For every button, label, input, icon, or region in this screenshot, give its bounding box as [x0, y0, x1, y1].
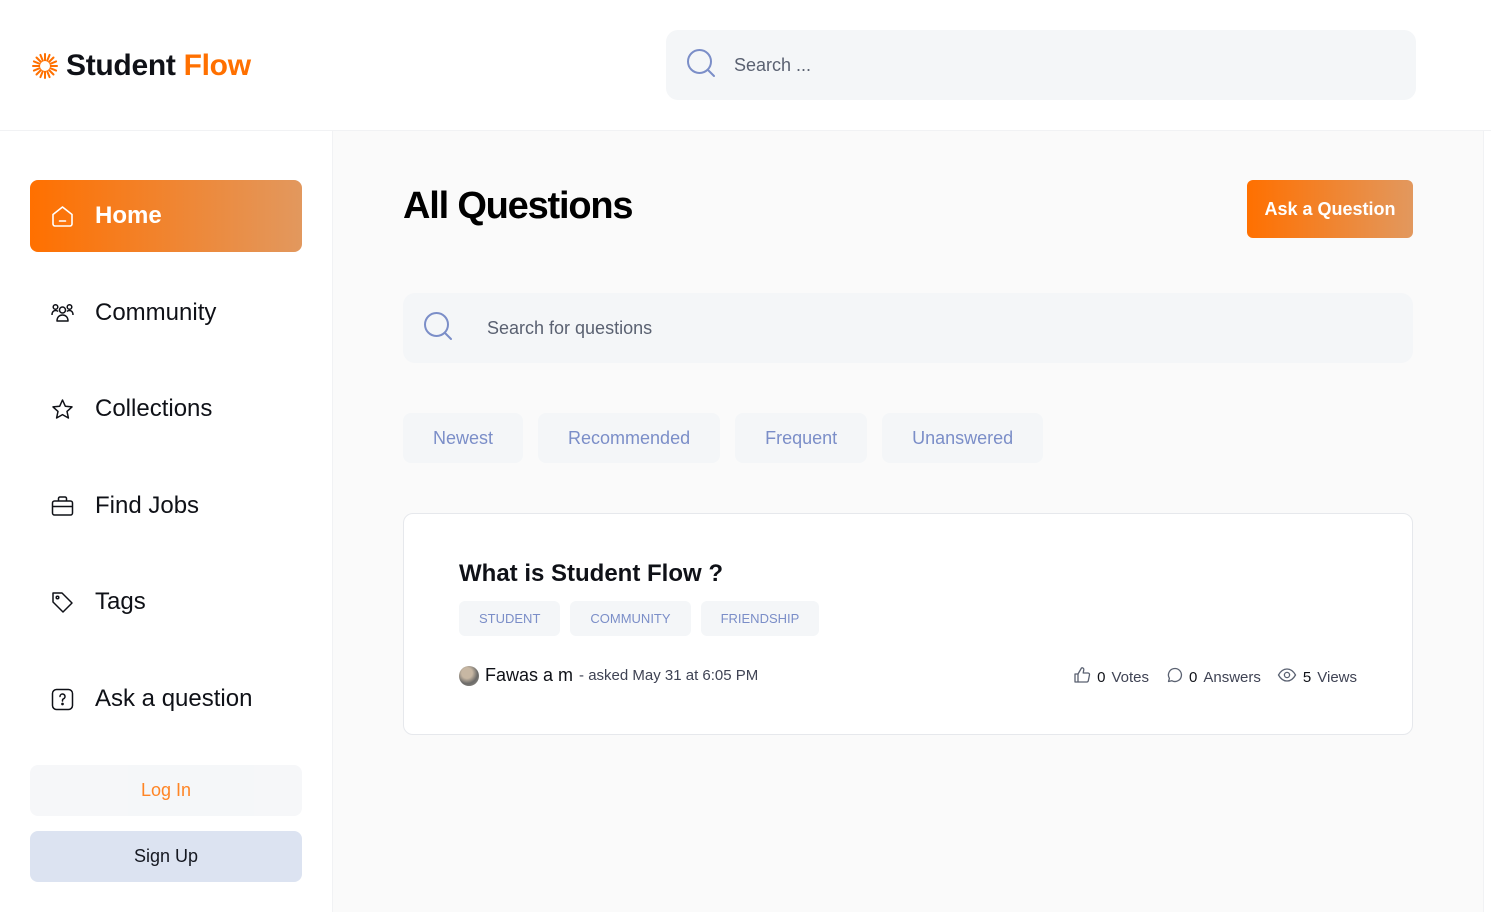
answers-label: Answers [1203, 668, 1261, 686]
question-search-input[interactable] [487, 317, 1387, 339]
question-stats: 0 Votes 0 Answers 5 Views [1073, 666, 1357, 688]
main-content: All Questions Ask a Question Newest Reco… [333, 131, 1483, 912]
message-circle-icon [1165, 666, 1183, 688]
sidebar-item-label: Find Jobs [95, 492, 200, 519]
logo-sun-icon [30, 51, 60, 81]
votes-count: 0 [1097, 668, 1106, 686]
signup-button[interactable]: Sign Up [30, 831, 302, 882]
home-icon [50, 204, 75, 229]
briefcase-icon [50, 494, 75, 519]
logo[interactable]: Student Flow [30, 46, 251, 86]
sidebar-item-label: Collections [95, 395, 213, 422]
views-stat: 5 Views [1277, 666, 1357, 688]
thumbs-up-icon [1073, 666, 1091, 688]
top-navbar: Student Flow [0, 0, 1491, 131]
filter-newest[interactable]: Newest [403, 413, 524, 463]
users-icon [50, 301, 75, 326]
sidebar-item-community[interactable]: Community [30, 277, 302, 349]
answers-stat: 0 Answers [1165, 666, 1261, 688]
question-tags: student community friendship [459, 601, 820, 636]
author-name[interactable]: Fawas a m [485, 665, 573, 686]
login-button[interactable]: Log In [30, 765, 302, 816]
search-icon [686, 48, 716, 83]
sidebar-item-home[interactable]: Home [30, 180, 302, 252]
filter-recommended[interactable]: Recommended [538, 413, 721, 463]
sidebar-item-tags[interactable]: Tags [30, 566, 302, 638]
asked-timestamp: - asked May 31 at 6:05 PM [579, 667, 759, 684]
sidebar-item-ask-question[interactable]: Ask a question [30, 663, 302, 735]
filter-unanswered[interactable]: Unanswered [882, 413, 1044, 463]
right-gutter [1483, 131, 1491, 912]
sidebar-item-label: Tags [95, 588, 146, 615]
filter-frequent[interactable]: Frequent [735, 413, 868, 463]
sidebar-item-label: Ask a question [95, 685, 253, 712]
sidebar-item-find-jobs[interactable]: Find Jobs [30, 470, 302, 542]
question-card: What is Student Flow ? student community… [403, 513, 1413, 735]
question-title[interactable]: What is Student Flow ? [459, 560, 723, 588]
tag-icon [50, 590, 75, 615]
logo-word-student: Student [66, 49, 176, 82]
logo-word-flow: Flow [183, 49, 251, 82]
global-search-input[interactable] [734, 54, 1334, 76]
global-search[interactable] [666, 30, 1416, 100]
sidebar-item-collections[interactable]: Collections [30, 373, 302, 445]
sidebar-item-label: Home [95, 202, 162, 229]
sidebar-item-label: Community [95, 299, 217, 326]
search-icon [423, 311, 453, 346]
page-title: All Questions [403, 185, 634, 227]
tag-chip[interactable]: community [570, 601, 691, 636]
views-label: Views [1317, 668, 1357, 686]
question-search[interactable] [403, 293, 1413, 363]
ask-question-button[interactable]: Ask a Question [1247, 180, 1413, 238]
star-icon [50, 397, 75, 422]
answers-count: 0 [1189, 668, 1198, 686]
question-icon [50, 687, 75, 712]
avatar[interactable] [459, 665, 479, 686]
logo-text: Student Flow [66, 49, 251, 83]
views-count: 5 [1302, 668, 1312, 686]
question-author: Fawas a m - asked May 31 at 6:05 PM [459, 665, 758, 686]
tag-chip[interactable]: student [459, 601, 561, 636]
votes-label: Votes [1111, 668, 1150, 686]
votes-stat: 0 Votes [1073, 666, 1149, 688]
eye-icon [1277, 666, 1297, 688]
filter-bar: Newest Recommended Frequent Unanswered [403, 413, 1044, 463]
tag-chip[interactable]: friendship [700, 601, 820, 636]
left-sidebar: Home Community Collections Find Jobs Tag… [0, 131, 333, 912]
